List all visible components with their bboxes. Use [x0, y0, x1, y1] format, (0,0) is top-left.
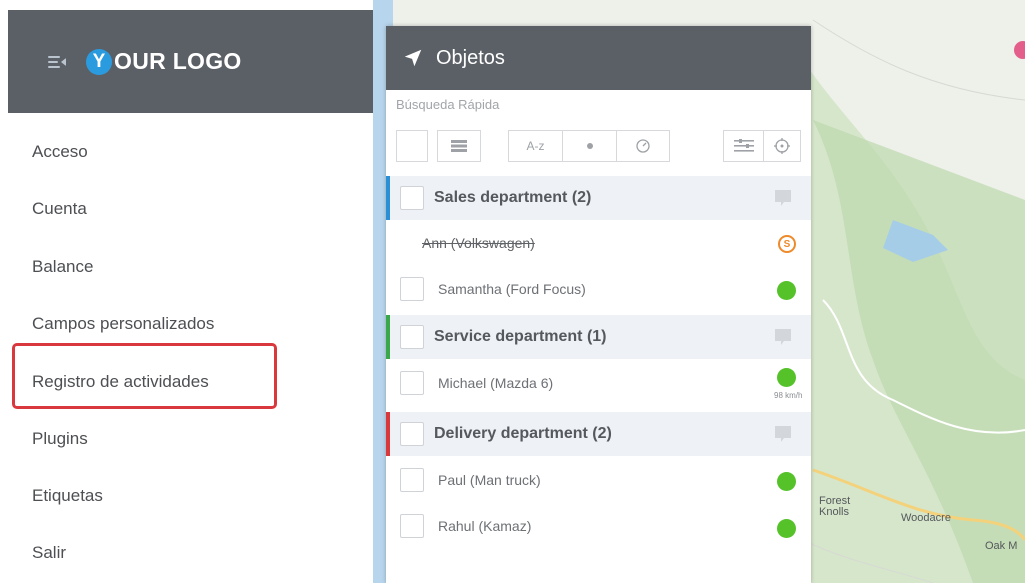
chat-icon[interactable]: [773, 327, 793, 347]
status-dot-icon: [586, 143, 593, 149]
list-item-ann[interactable]: Ann (Volkswagen) S: [386, 221, 811, 267]
sort-status-button[interactable]: [562, 130, 616, 162]
group-color-bar: [386, 315, 390, 359]
item-checkbox[interactable]: [400, 514, 424, 538]
menu-item-acceso[interactable]: Acceso: [32, 142, 88, 162]
logo: Y OUR LOGO: [86, 48, 242, 75]
quick-search-input[interactable]: [396, 93, 796, 115]
group-label: Service department (1): [434, 328, 607, 345]
logo-text: OUR LOGO: [114, 48, 242, 74]
item-checkbox[interactable]: [400, 371, 424, 395]
group-checkbox[interactable]: [400, 325, 424, 349]
speed-label: 98 km/h: [774, 391, 803, 400]
map-label-oak: Oak M: [985, 540, 1018, 552]
item-label: Michael (Mazda 6): [438, 375, 554, 391]
group-color-bar: [386, 412, 390, 456]
menu-item-salir[interactable]: Salir: [32, 543, 66, 563]
online-status-dot: [777, 368, 796, 387]
sidebar: Y OUR LOGO Acceso Cuenta Balance Campos …: [0, 0, 373, 583]
group-label: Delivery department (2): [434, 425, 612, 442]
menu-collapse-icon[interactable]: [48, 55, 66, 69]
menu-highlight-outline: [12, 343, 277, 409]
logo-mark: Y: [86, 48, 112, 75]
sort-az-button[interactable]: A-z: [508, 130, 562, 162]
map-label-forest-knolls: Forest Knolls: [819, 495, 851, 518]
list-item-michael[interactable]: Michael (Mazda 6) 98 km/h: [386, 360, 811, 406]
menu-item-cuenta[interactable]: Cuenta: [32, 199, 87, 219]
locate-button[interactable]: [763, 130, 801, 162]
speedometer-icon: [636, 139, 650, 153]
item-label: Samantha (Ford Focus): [438, 281, 586, 297]
list-item-paul[interactable]: Paul (Man truck): [386, 457, 811, 503]
online-status-dot: [777, 519, 796, 538]
objects-panel: Objetos A-z Sales department (2) An: [386, 26, 811, 583]
map-label-woodacre: Woodacre: [901, 512, 951, 524]
group-label: Sales department (2): [434, 189, 592, 206]
group-row-delivery[interactable]: Delivery department (2): [386, 412, 811, 456]
filter-sliders-icon: [733, 139, 754, 152]
panel-title: Objetos: [436, 46, 505, 69]
group-row-sales[interactable]: Sales department (2): [386, 176, 811, 220]
group-checkbox[interactable]: [400, 422, 424, 446]
group-color-bar: [386, 176, 390, 220]
menu-item-plugins[interactable]: Plugins: [32, 429, 88, 449]
navigation-arrow-icon: [404, 49, 422, 67]
list-icon: [451, 140, 467, 152]
item-label: Rahul (Kamaz): [438, 518, 532, 534]
chat-icon[interactable]: [773, 188, 793, 208]
group-checkbox[interactable]: [400, 186, 424, 210]
item-label: Ann (Volkswagen): [422, 235, 535, 251]
menu-item-campos-personalizados[interactable]: Campos personalizados: [32, 314, 214, 334]
item-label: Paul (Man truck): [438, 472, 541, 488]
panel-header: Objetos: [386, 26, 811, 90]
group-view-button[interactable]: [437, 130, 481, 162]
stopped-status-icon: S: [778, 235, 796, 253]
list-item-rahul[interactable]: Rahul (Kamaz): [386, 503, 811, 549]
filter-button[interactable]: [723, 130, 763, 162]
group-row-service[interactable]: Service department (1): [386, 315, 811, 359]
sort-speed-button[interactable]: [616, 130, 670, 162]
item-checkbox[interactable]: [400, 277, 424, 301]
item-checkbox[interactable]: [400, 468, 424, 492]
list-item-samantha[interactable]: Samantha (Ford Focus): [386, 267, 811, 313]
sort-az-label: A-z: [526, 139, 545, 153]
menu-item-etiquetas[interactable]: Etiquetas: [32, 486, 103, 506]
menu-item-balance[interactable]: Balance: [32, 257, 93, 277]
sidebar-header: Y OUR LOGO: [8, 10, 373, 113]
online-status-dot: [777, 472, 796, 491]
online-status-dot: [777, 281, 796, 300]
chat-icon[interactable]: [773, 424, 793, 444]
select-all-checkbox[interactable]: [396, 130, 428, 162]
objects-toolbar: A-z: [396, 130, 801, 162]
crosshair-icon: [774, 138, 790, 154]
